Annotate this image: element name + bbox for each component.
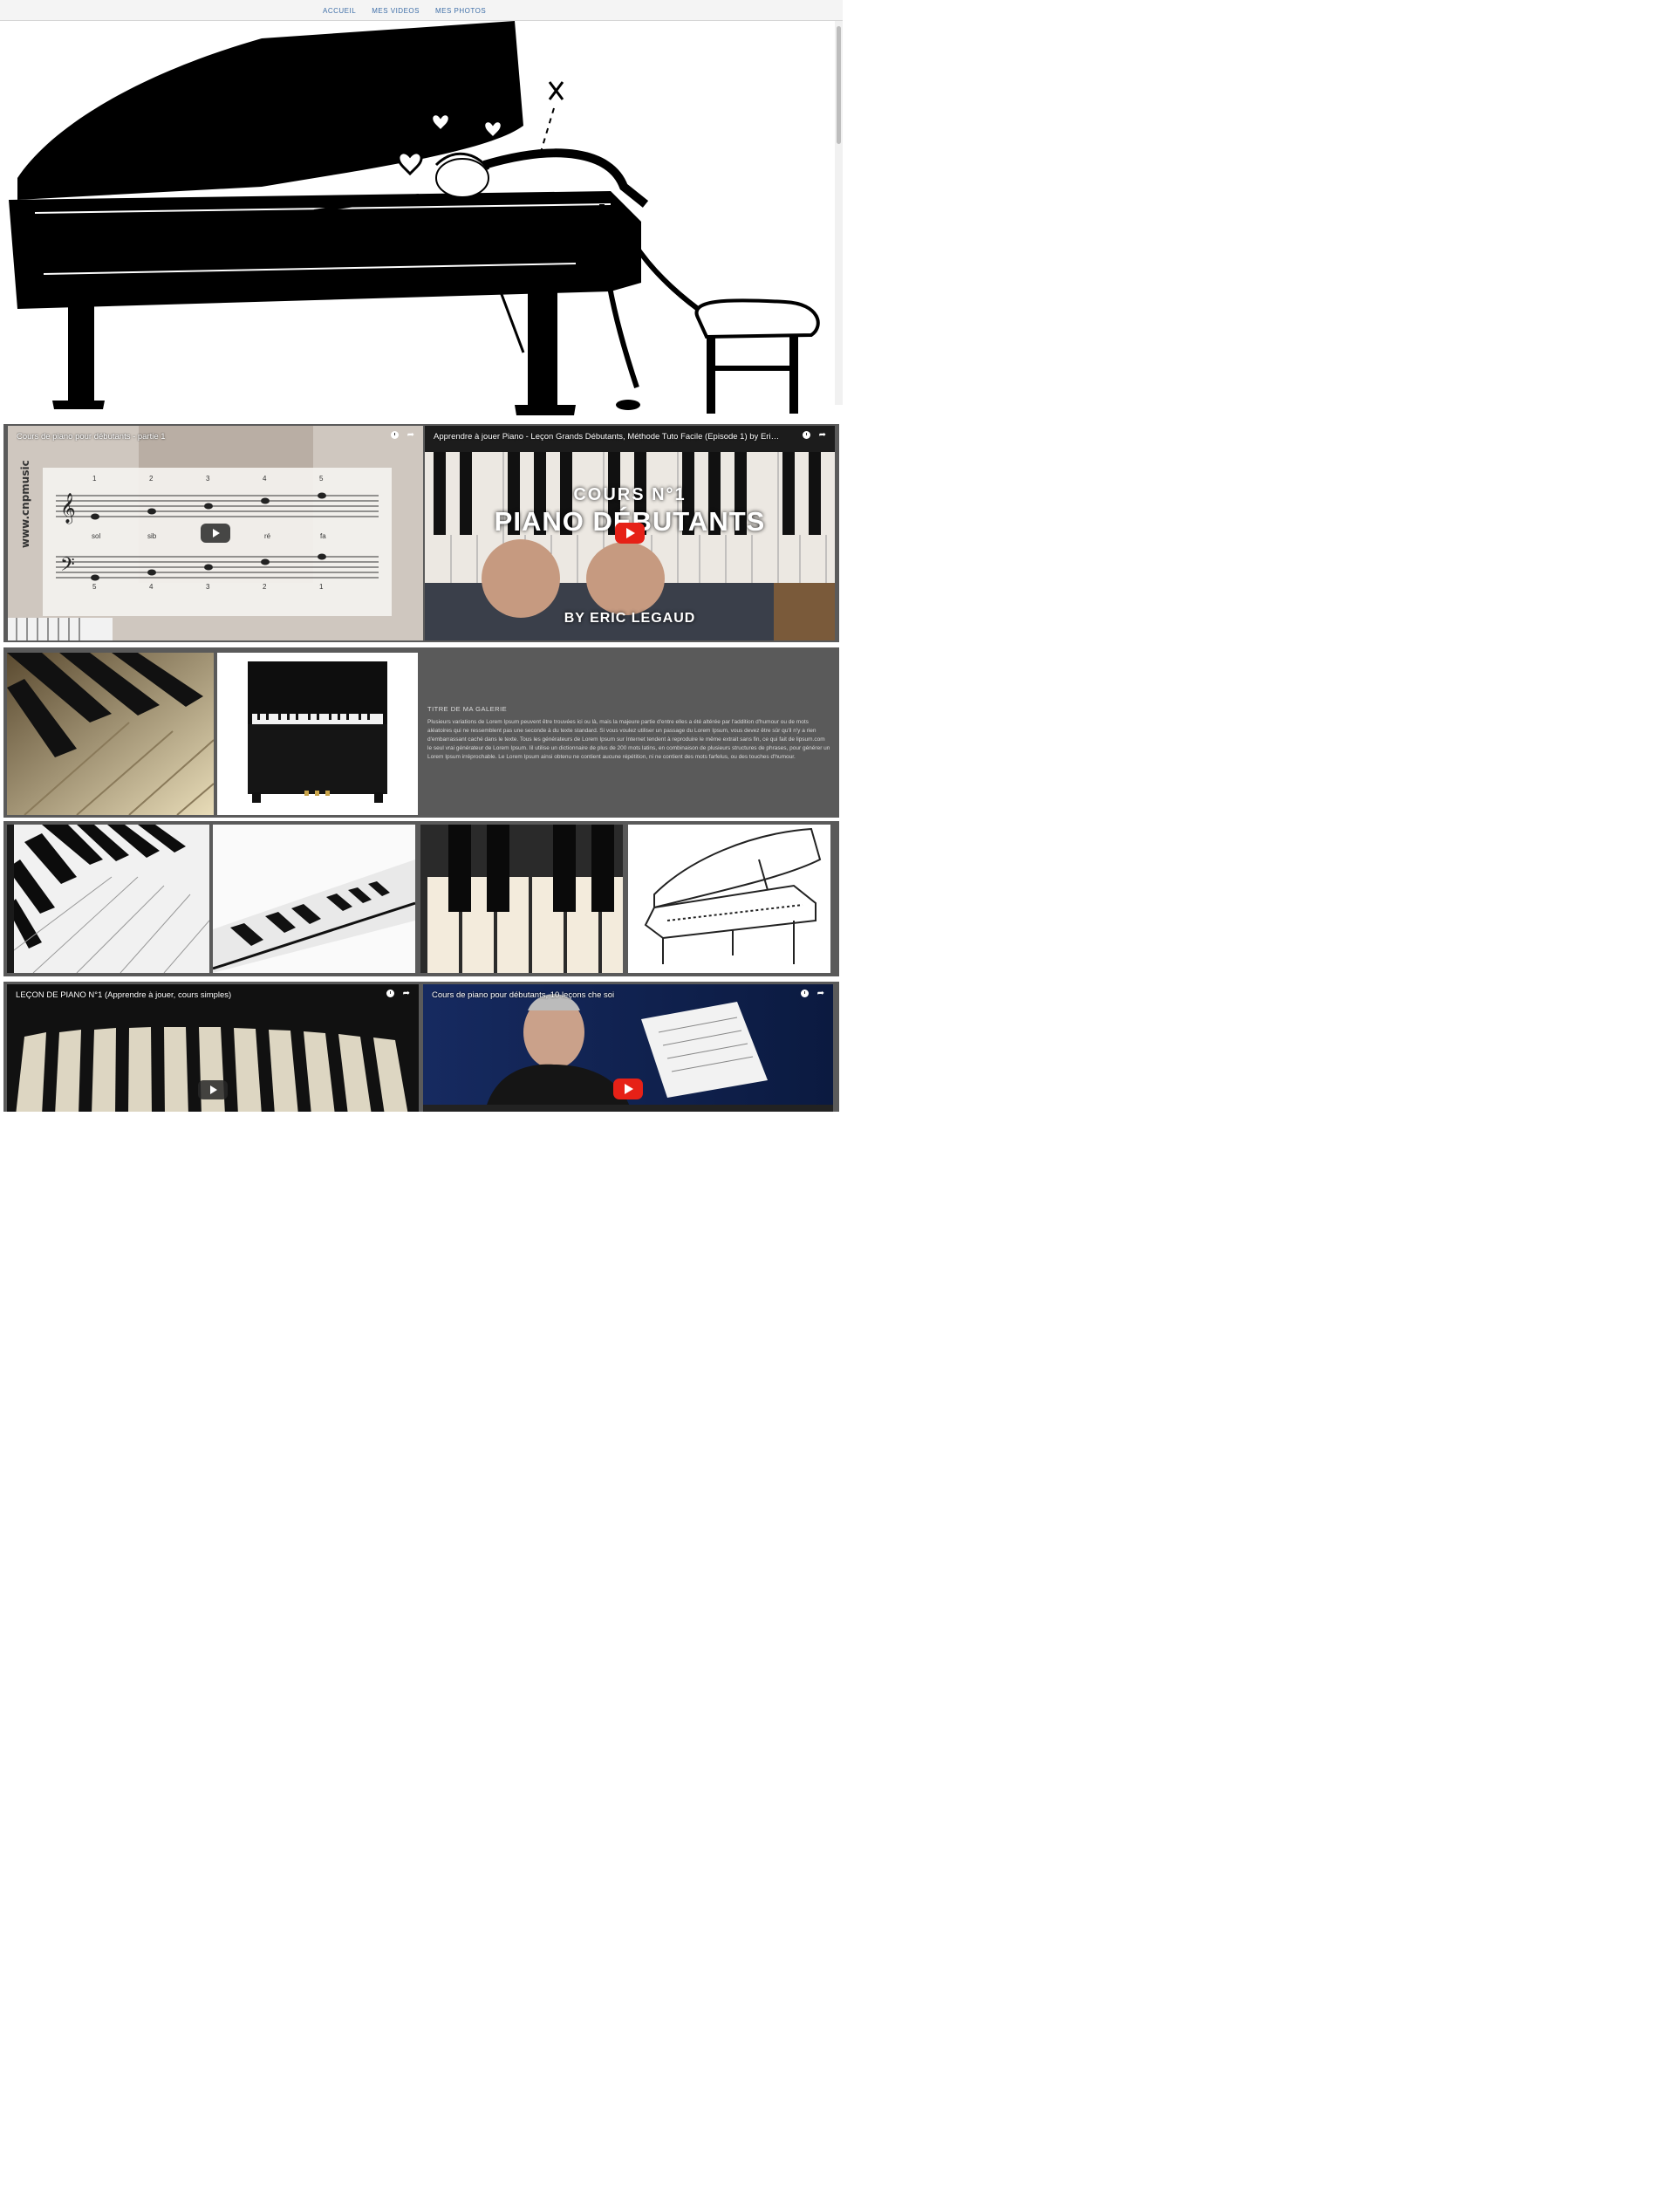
play-button[interactable] — [615, 523, 645, 544]
video-actions: ➦ — [390, 431, 414, 440]
play-button[interactable] — [613, 1079, 643, 1099]
finger-number: 2 — [149, 475, 154, 483]
video-embed-4[interactable]: Cours de piano pour débutants, 10 leçons… — [423, 984, 833, 1112]
finger-number: 5 — [92, 583, 97, 591]
video-row-1: 𝄞 𝄢 www.cnpmusic 1 2 3 4 5 sol sib ré fa… — [3, 424, 839, 642]
gallery-description: TITRE DE MA GALERIE Plusieurs variations… — [427, 705, 830, 762]
svg-text:𝄞: 𝄞 — [60, 493, 76, 524]
video-embed-1[interactable]: 𝄞 𝄢 www.cnpmusic 1 2 3 4 5 sol sib ré fa… — [8, 426, 423, 640]
video-embed-2[interactable]: COURS N°1 PIANO DÉBUTANTS BY ERIC LEGAUD… — [425, 426, 835, 640]
overlay-author: BY ERIC LEGAUD — [564, 611, 696, 626]
watch-later-icon[interactable] — [800, 990, 809, 997]
finger-number: 3 — [206, 475, 210, 483]
watermark-text: www.cnpmusic — [19, 460, 31, 548]
watch-later-icon[interactable] — [386, 990, 394, 997]
play-button[interactable] — [198, 1080, 228, 1099]
nav-link-mes-photos[interactable]: MES PHOTOS — [435, 7, 486, 15]
overlay-course-number: COURS N°1 — [573, 485, 687, 504]
finger-number: 1 — [92, 475, 97, 483]
photo-upright-piano[interactable] — [217, 653, 418, 815]
video-title[interactable]: Cours de piano pour débutants, 10 leçons… — [432, 990, 781, 1000]
play-button[interactable] — [201, 524, 230, 543]
gallery-body-text: Plusieurs variations de Lorem Ipsum peuv… — [427, 719, 830, 760]
video-title[interactable]: Apprendre à jouer Piano - Leçon Grands D… — [434, 432, 782, 442]
photo-keys-closeup[interactable] — [420, 825, 623, 973]
finger-number: 2 — [263, 583, 267, 591]
hero-piano-illustration — [0, 21, 835, 418]
scrollbar-thumb[interactable] — [837, 26, 841, 144]
watch-later-icon[interactable] — [390, 431, 399, 439]
note-name: sib — [147, 532, 157, 540]
note-name: fa — [320, 532, 326, 540]
share-icon[interactable]: ➦ — [407, 431, 414, 440]
video-actions: ➦ — [386, 990, 410, 998]
note-name: sol — [92, 532, 101, 540]
gallery-title: TITRE DE MA GALERIE — [427, 705, 508, 713]
note-name: ré — [264, 532, 271, 540]
video-title[interactable]: Cours de piano pour débutants - partie 1 — [17, 432, 371, 442]
share-icon[interactable]: ➦ — [819, 431, 826, 440]
top-nav: ACCUEIL MES VIDEOS MES PHOTOS — [0, 0, 843, 21]
video-actions: ➦ — [800, 990, 824, 998]
finger-number: 4 — [263, 475, 267, 483]
share-icon[interactable]: ➦ — [817, 990, 824, 998]
page: ACCUEIL MES VIDEOS MES PHOTOS 𝄞 𝄢 www.cn… — [0, 0, 843, 1112]
finger-number: 4 — [149, 583, 154, 591]
nav-links: ACCUEIL MES VIDEOS MES PHOTOS — [323, 0, 486, 21]
finger-number: 1 — [319, 583, 324, 591]
video-embed-3[interactable]: LEÇON DE PIANO N°1 (Apprendre à jouer, c… — [7, 984, 419, 1112]
video-row-2: LEÇON DE PIANO N°1 (Apprendre à jouer, c… — [3, 982, 839, 1112]
watch-later-icon[interactable] — [802, 431, 810, 439]
nav-link-accueil[interactable]: ACCUEIL — [323, 7, 356, 15]
photo-keyboard-angle[interactable] — [7, 825, 209, 973]
finger-number: 5 — [319, 475, 324, 483]
nav-link-mes-videos[interactable]: MES VIDEOS — [372, 7, 420, 15]
svg-text:𝄢: 𝄢 — [60, 554, 75, 580]
finger-number: 3 — [206, 583, 210, 591]
photo-piano-keys-sepia[interactable] — [7, 653, 214, 815]
video-title[interactable]: LEÇON DE PIANO N°1 (Apprendre à jouer, c… — [16, 990, 366, 1000]
share-icon[interactable]: ➦ — [403, 990, 410, 998]
gallery-text-row: TITRE DE MA GALERIE Plusieurs variations… — [3, 647, 839, 818]
photo-piano-sketch[interactable] — [628, 825, 830, 973]
photo-keyboard-white[interactable] — [213, 825, 415, 973]
grand-piano-cartoon-image — [0, 21, 835, 418]
video-actions: ➦ — [802, 431, 826, 440]
photo-row — [3, 821, 839, 976]
